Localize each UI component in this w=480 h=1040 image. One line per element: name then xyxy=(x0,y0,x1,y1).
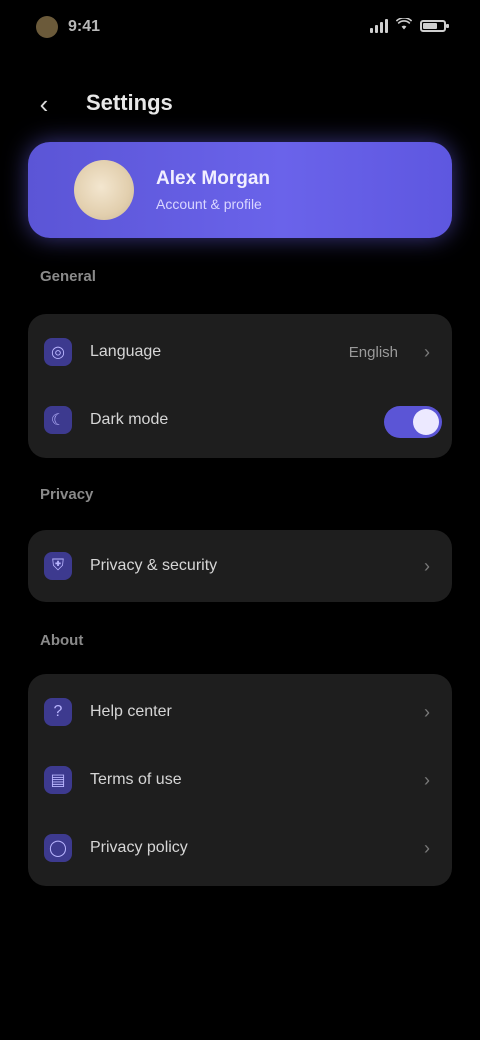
settings-screen: 9:41 ‹ Settings Alex Morgan Account & pr… xyxy=(0,0,480,1040)
avatar xyxy=(74,160,134,220)
back-button[interactable]: ‹ xyxy=(28,88,60,120)
globe-icon: ◎ xyxy=(44,338,72,366)
battery-level xyxy=(423,22,437,29)
profile-name: Alex Morgan xyxy=(156,168,271,189)
section-label-privacy: Privacy xyxy=(40,486,94,503)
chevron-left-icon: ‹ xyxy=(39,88,49,119)
status-time: 9:41 xyxy=(68,18,101,35)
chevron-right-icon: › xyxy=(424,769,430,790)
section-label-general: General xyxy=(40,268,96,285)
toggle-knob xyxy=(413,409,439,435)
moon-icon: ☾ xyxy=(44,406,72,434)
row-label-dark-mode: Dark mode xyxy=(90,411,169,428)
group-general: ◎ Language English › ☾ Dark mode xyxy=(28,314,452,458)
profile-card[interactable]: Alex Morgan Account & profile xyxy=(28,142,452,238)
chevron-right-icon: › xyxy=(424,555,430,576)
row-dark-mode: ☾ Dark mode xyxy=(28,386,452,454)
row-label-privacy-policy: Privacy policy xyxy=(90,839,188,856)
profile-subtitle: Account & profile xyxy=(156,196,262,212)
profile-text: Alex Morgan Account & profile xyxy=(156,168,270,212)
shield-icon: ⛨ xyxy=(44,552,72,580)
row-label-language: Language xyxy=(90,343,162,360)
group-privacy: ⛨ Privacy & security › xyxy=(28,530,452,602)
row-privacy-policy[interactable]: ◯ Privacy policy › xyxy=(28,814,452,882)
chevron-right-icon: › xyxy=(424,837,430,858)
battery-icon xyxy=(420,19,449,32)
chevron-right-icon: › xyxy=(424,701,430,722)
header: ‹ Settings xyxy=(0,76,480,132)
row-terms[interactable]: ▤ Terms of use › xyxy=(28,746,452,814)
section-label-about: About xyxy=(40,632,84,649)
row-privacy-security[interactable]: ⛨ Privacy & security › xyxy=(28,532,452,600)
row-label-terms: Terms of use xyxy=(90,771,182,788)
document-icon: ▤ xyxy=(44,766,72,794)
chevron-right-icon: › xyxy=(424,341,430,362)
status-bar: 9:41 xyxy=(0,0,480,60)
status-right xyxy=(370,17,449,33)
status-left: 9:41 xyxy=(36,16,100,38)
lock-icon: ◯ xyxy=(44,834,72,862)
signal-icon xyxy=(370,18,388,33)
row-label-privacy-security: Privacy & security xyxy=(90,557,218,574)
wifi-icon xyxy=(395,17,413,33)
row-help-center[interactable]: ? Help center › xyxy=(28,678,452,746)
dark-mode-toggle[interactable] xyxy=(384,406,442,438)
row-value-language: English xyxy=(348,343,398,361)
row-label-help-center: Help center xyxy=(90,703,172,720)
group-about: ? Help center › ▤ Terms of use › ◯ Priva… xyxy=(28,674,452,886)
row-language[interactable]: ◎ Language English › xyxy=(28,318,452,386)
camera-indicator-icon xyxy=(36,16,58,38)
help-icon: ? xyxy=(44,698,72,726)
page-title: Settings xyxy=(86,90,173,115)
